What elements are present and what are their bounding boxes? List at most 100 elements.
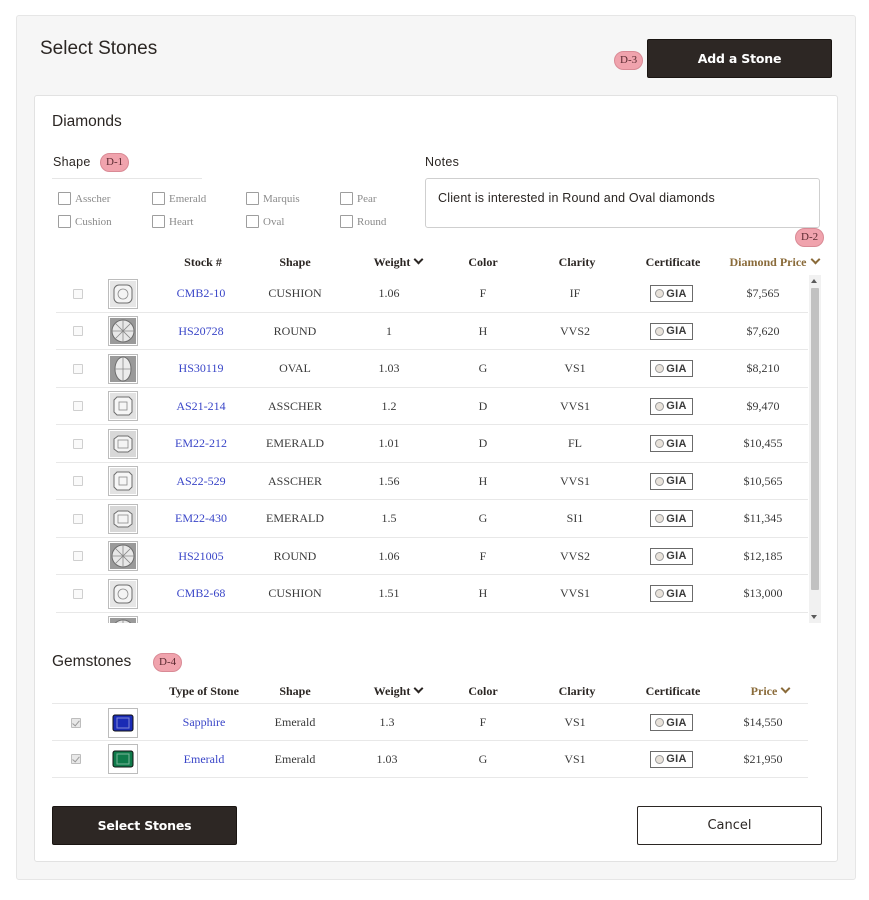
checkbox[interactable] <box>73 588 83 599</box>
table-row[interactable]: HS20728 ROUND 1 H VVS2 GIA $7,620 <box>56 313 808 351</box>
col-clarity[interactable]: Clarity <box>534 255 620 270</box>
checkbox[interactable] <box>73 326 83 336</box>
checkbox[interactable] <box>246 215 259 228</box>
type-cell[interactable]: Sapphire <box>156 704 252 741</box>
col-weight[interactable]: Weight <box>350 254 446 270</box>
checkbox[interactable] <box>58 215 71 228</box>
gia-certificate-icon[interactable]: GIA <box>649 435 693 452</box>
gia-certificate-icon[interactable]: GIA <box>649 322 693 340</box>
checkbox[interactable] <box>246 192 259 205</box>
col-shape[interactable]: Shape <box>252 255 338 270</box>
stock-cell[interactable]: HS30119 <box>158 350 244 387</box>
weight-cell: 1.3 <box>379 715 395 729</box>
col-gem-weight[interactable]: Weight <box>350 683 446 699</box>
shape-option-round[interactable]: Round <box>340 215 386 228</box>
gia-certificate-icon[interactable]: GIA <box>649 547 693 565</box>
row-checkbox[interactable] <box>68 425 88 462</box>
shape-option-pear[interactable]: Pear <box>340 192 377 205</box>
table-row[interactable]: EM22-430 EMERALD 1.5 G SI1 GIA $11,345 <box>56 500 808 538</box>
checkbox[interactable] <box>73 551 83 561</box>
row-checkbox[interactable] <box>66 741 86 778</box>
col-gem-clarity[interactable]: Clarity <box>534 684 620 699</box>
stock-cell[interactable]: HS20728 <box>158 313 244 350</box>
stock-cell[interactable]: EM22-212 <box>158 425 244 462</box>
checkbox[interactable] <box>58 192 71 205</box>
table-row[interactable]: AS21-214 ASSCHER 1.2 D VVS1 GIA $9,470 <box>56 388 808 426</box>
col-certificate[interactable]: Certificate <box>630 255 716 270</box>
stock-cell[interactable]: HS21005 <box>158 538 244 575</box>
row-checkbox[interactable] <box>68 463 88 500</box>
checkbox[interactable] <box>340 215 353 228</box>
stock-cell[interactable]: CMB2-68 <box>158 575 244 612</box>
checkbox[interactable] <box>71 754 81 764</box>
add-stone-button[interactable]: Add a Stone <box>647 39 832 78</box>
col-stock[interactable]: Stock # <box>160 255 246 270</box>
stock-cell[interactable]: EM22-430 <box>158 500 244 537</box>
row-checkbox[interactable] <box>68 575 88 612</box>
shape-option-heart[interactable]: Heart <box>152 215 193 228</box>
col-gem-price[interactable]: Price <box>730 683 810 699</box>
gia-certificate-icon[interactable]: GIA <box>649 750 693 768</box>
row-checkbox[interactable] <box>68 538 88 575</box>
gia-certificate-icon[interactable]: GIA <box>649 714 693 731</box>
table-scrollbar[interactable] <box>809 275 821 623</box>
gia-certificate-icon[interactable]: GIA <box>649 472 693 490</box>
shape-option-oval[interactable]: Oval <box>246 215 284 228</box>
select-stones-button[interactable]: Select Stones <box>52 806 237 845</box>
checkbox[interactable] <box>73 401 83 411</box>
stock-cell[interactable]: AS22-529 <box>158 463 244 500</box>
diamonds-table[interactable]: CMB2-10 CUSHION 1.06 F IF GIA $7,565 HS20728 ROU… <box>56 275 821 623</box>
shape-option-emerald[interactable]: Emerald <box>152 192 206 205</box>
row-checkbox[interactable] <box>68 275 88 312</box>
checkbox[interactable] <box>152 215 165 228</box>
gia-certificate-icon[interactable]: GIA <box>649 510 693 527</box>
row-checkbox[interactable] <box>66 704 86 741</box>
col-gem-shape[interactable]: Shape <box>252 684 338 699</box>
gia-certificate-icon[interactable]: GIA <box>649 360 693 377</box>
scroll-down-icon[interactable] <box>811 615 817 619</box>
table-row[interactable]: HS30119 OVAL 1.03 G VS1 GIA $8,210 <box>56 350 808 388</box>
notes-input[interactable]: Client is interested in Round and Oval d… <box>425 178 820 228</box>
shape-option-asscher[interactable]: Asscher <box>58 192 110 205</box>
checkbox[interactable] <box>73 363 83 374</box>
scroll-thumb[interactable] <box>811 288 819 590</box>
gemstones-table[interactable]: Sapphire Emerald 1.3 F VS1 GIA $14,550 Emerald E… <box>52 703 808 779</box>
table-row[interactable] <box>56 613 808 624</box>
checkbox[interactable] <box>73 288 83 299</box>
checkbox[interactable] <box>73 513 83 524</box>
cancel-button[interactable]: Cancel <box>637 806 822 845</box>
stock-cell[interactable]: AS21-214 <box>158 388 244 425</box>
scroll-up-icon[interactable] <box>811 279 817 283</box>
checkbox[interactable] <box>71 717 81 728</box>
table-row[interactable]: CMB2-68 CUSHION 1.51 H VVS1 GIA $13,000 <box>56 575 808 613</box>
col-diamond-price[interactable]: Diamond Price <box>722 254 826 270</box>
row-checkbox[interactable] <box>68 613 88 624</box>
table-row[interactable]: HS21005 ROUND 1.06 F VVS2 GIA $12,185 <box>56 538 808 576</box>
gia-certificate-icon[interactable]: GIA <box>649 585 693 602</box>
shape-option-cushion[interactable]: Cushion <box>58 215 112 228</box>
checkbox[interactable] <box>152 192 165 205</box>
table-row[interactable]: Sapphire Emerald 1.3 F VS1 GIA $14,550 <box>52 703 808 741</box>
table-row[interactable]: AS22-529 ASSCHER 1.56 H VVS1 GIA $10,565 <box>56 463 808 501</box>
table-row[interactable]: CMB2-10 CUSHION 1.06 F IF GIA $7,565 <box>56 275 808 313</box>
table-row[interactable]: EM22-212 EMERALD 1.01 D FL GIA $10,455 <box>56 425 808 463</box>
col-gem-color[interactable]: Color <box>440 684 526 699</box>
col-type-of-stone[interactable]: Type of Stone <box>156 684 252 699</box>
row-checkbox[interactable] <box>68 500 88 537</box>
checkbox[interactable] <box>73 476 83 486</box>
row-checkbox[interactable] <box>68 313 88 350</box>
checkbox[interactable] <box>340 192 353 205</box>
gia-seal-icon <box>655 551 665 561</box>
col-color[interactable]: Color <box>440 255 526 270</box>
gia-certificate-icon[interactable]: GIA <box>649 285 693 302</box>
shape-option-marquis[interactable]: Marquis <box>246 192 300 205</box>
type-cell[interactable]: Emerald <box>156 741 252 778</box>
table-row[interactable]: Emerald Emerald 1.03 G VS1 GIA $21,950 <box>52 741 808 778</box>
col-gem-certificate[interactable]: Certificate <box>630 684 716 699</box>
stock-cell[interactable]: CMB2-10 <box>158 275 244 312</box>
row-checkbox[interactable] <box>68 350 88 387</box>
checkbox[interactable] <box>73 438 83 449</box>
row-checkbox[interactable] <box>68 388 88 425</box>
gia-certificate-icon[interactable]: GIA <box>649 397 693 415</box>
stock-cell[interactable] <box>158 613 244 624</box>
